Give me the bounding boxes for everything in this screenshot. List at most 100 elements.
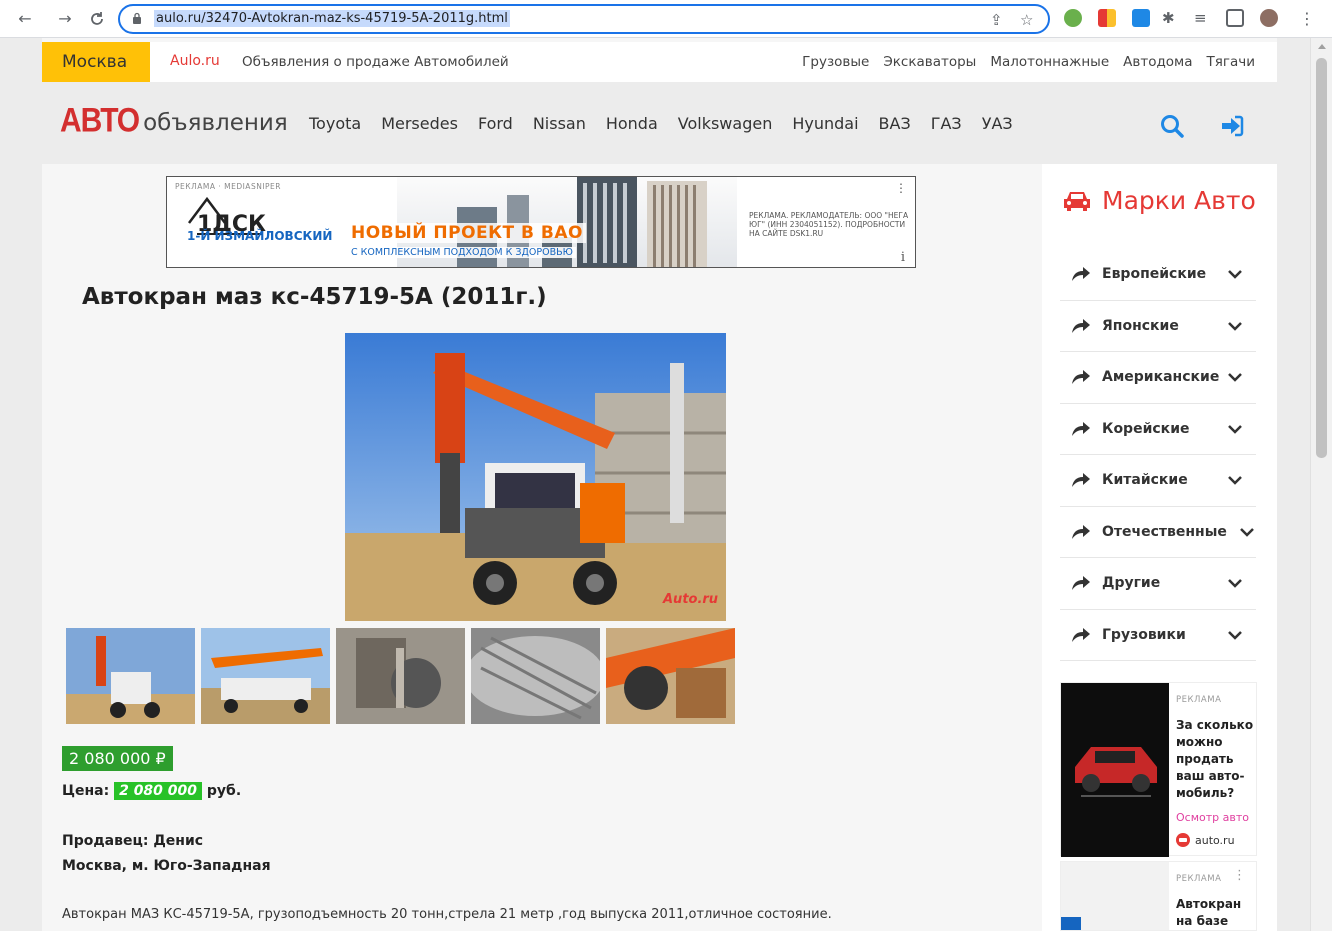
top-bar: Москва Aulo.ru Объявления о продаже Авто…: [42, 42, 1277, 82]
sidebar-ad-cta[interactable]: Осмотр авто: [1176, 811, 1256, 824]
login-icon[interactable]: [1218, 112, 1246, 140]
share-arrow-icon: [1072, 421, 1090, 436]
address-bar[interactable]: aulo.ru/32470-Avtokran-maz-ks-45719-5A-2…: [118, 4, 1050, 34]
share-arrow-icon: [1072, 318, 1090, 333]
share-arrow-icon: [1072, 576, 1090, 591]
nav-volkswagen[interactable]: Volkswagen: [678, 114, 773, 133]
bookmark-star-icon[interactable]: ☆: [1020, 11, 1033, 29]
site-logo[interactable]: АВТО объявления: [60, 101, 288, 140]
sidebar-ad2-image: [1061, 862, 1169, 930]
chevron-down-icon: [1228, 630, 1242, 640]
share-arrow-icon: [1072, 267, 1090, 282]
share-arrow-icon: [1072, 524, 1090, 539]
search-icon[interactable]: [1158, 112, 1186, 140]
reload-icon[interactable]: [86, 8, 108, 30]
share-icon[interactable]: ⇪: [990, 11, 1003, 29]
side-panel-icon[interactable]: [1226, 9, 1244, 27]
price-line: Цена: 2 080 000 руб.: [62, 782, 242, 800]
nav-gaz[interactable]: ГАЗ: [931, 114, 962, 133]
sidebar-item-chinese[interactable]: Китайские: [1060, 455, 1256, 507]
sidebar-item-korean[interactable]: Корейские: [1060, 404, 1256, 455]
link-motorhomes[interactable]: Автодома: [1123, 54, 1192, 70]
nav-vaz[interactable]: ВАЗ: [879, 114, 911, 133]
menu-dots-icon[interactable]: ⋮: [1296, 8, 1318, 30]
sidebar-item-other[interactable]: Другие: [1060, 558, 1256, 610]
sidebar-item-trucks[interactable]: Грузовики: [1060, 610, 1256, 661]
sidebar-item-label: Китайские: [1102, 472, 1188, 489]
nav-nissan[interactable]: Nissan: [533, 114, 586, 133]
price-unit: руб.: [206, 783, 242, 799]
lock-icon: [133, 12, 141, 24]
extension-leaf-icon[interactable]: [1064, 9, 1082, 27]
sidebar-item-european[interactable]: Европейские: [1060, 249, 1256, 301]
nav-toyota[interactable]: Toyota: [309, 114, 361, 133]
profile-avatar-icon[interactable]: [1260, 9, 1278, 27]
sidebar-item-label: Американские: [1102, 369, 1220, 386]
ad-info-icon[interactable]: i: [901, 250, 905, 265]
listing-description: Автокран МАЗ КС-45719-5А, грузоподъемнос…: [62, 907, 832, 922]
nav-hyundai[interactable]: Hyundai: [792, 114, 858, 133]
chevron-down-icon: [1228, 424, 1242, 434]
chevron-down-icon: [1228, 270, 1242, 279]
sidebar-title: Марки Авто: [1062, 186, 1256, 215]
share-arrow-icon: [1072, 370, 1090, 385]
reading-list-icon[interactable]: ≡: [1194, 9, 1212, 27]
chevron-down-icon: [1228, 321, 1242, 331]
extension-blue-icon[interactable]: [1132, 9, 1150, 27]
listing-title: Автокран маз кс-45719-5А (2011г.): [82, 284, 547, 310]
ad-subtitle: 1-Й ИЗМАЙЛОВСКИЙ: [187, 229, 333, 243]
thumbnail-2[interactable]: [201, 628, 330, 724]
chevron-down-icon: [1228, 579, 1242, 588]
site-header: АВТО объявления Toyota Mersedes Ford Nis…: [42, 82, 1277, 164]
scrollbar-thumb[interactable]: [1316, 58, 1327, 458]
sidebar-ad2-menu-icon[interactable]: ⋮: [1233, 868, 1246, 883]
chevron-down-icon: [1228, 476, 1242, 485]
nav-honda[interactable]: Honda: [606, 114, 658, 133]
sidebar-ad-source: auto.ru: [1176, 833, 1235, 847]
link-trucks[interactable]: Грузовые: [802, 54, 869, 70]
extension-flag-icon[interactable]: [1098, 9, 1116, 27]
thumbnail-1[interactable]: [66, 628, 195, 724]
nav-ford[interactable]: Ford: [478, 114, 513, 133]
svg-text:Аuto.ru: Аuto.ru: [662, 592, 718, 607]
sidebar-item-label: Японские: [1102, 317, 1179, 334]
ad-banner[interactable]: РЕКЛАМА · MEDIASNIPER 1ДСК 1-Й ИЗМАЙЛОВС…: [166, 176, 916, 268]
site-tagline[interactable]: Объявления о продаже Автомобилей: [242, 54, 509, 70]
autoru-logo-icon: [1176, 833, 1190, 847]
thumbnail-3[interactable]: [336, 628, 465, 724]
forward-icon[interactable]: →: [54, 8, 76, 30]
extensions-puzzle-icon[interactable]: ✱: [1162, 9, 1180, 27]
sidebar-ad-2[interactable]: РЕКЛАМА ⋮ Автокран на базе: [1060, 861, 1257, 931]
sidebar: Марки Авто Европейские Японские Американ…: [1042, 164, 1277, 931]
link-excavators[interactable]: Экскаваторы: [883, 54, 976, 70]
brand-link[interactable]: Aulo.ru: [170, 53, 220, 69]
ad-menu-icon[interactable]: ⋮: [895, 181, 907, 195]
ad-disclaimer: РЕКЛАМА. РЕКЛАМОДАТЕЛЬ: ООО "НЕГА ЮГ" (И…: [749, 211, 909, 238]
sidebar-ad-source-text: auto.ru: [1195, 833, 1235, 847]
thumbnail-4[interactable]: [471, 628, 600, 724]
sidebar-item-label: Другие: [1102, 575, 1161, 592]
sidebar-item-domestic[interactable]: Отечественные: [1060, 507, 1256, 558]
city-selector[interactable]: Москва: [42, 42, 150, 82]
scroll-up-icon[interactable]: [1318, 44, 1326, 49]
category-links: Грузовые Экскаваторы Малотоннажные Автод…: [802, 54, 1255, 70]
sidebar-ad-1[interactable]: РЕКЛАМА За сколько можно продать ваш авт…: [1060, 682, 1257, 857]
logo-bold-text: АВТО: [60, 101, 140, 140]
sidebar-item-label: Корейские: [1102, 420, 1190, 437]
thumbnail-5[interactable]: [606, 628, 735, 724]
share-arrow-icon: [1072, 627, 1090, 642]
link-tractors[interactable]: Тягачи: [1207, 54, 1255, 70]
ad-tagline: С КОМПЛЕКСНЫМ ПОДХОДОМ К ЗДОРОВЬЮ: [348, 247, 576, 258]
sidebar-item-japanese[interactable]: Японские: [1060, 301, 1256, 352]
sidebar-ad2-label: РЕКЛАМА: [1176, 874, 1222, 884]
sidebar-item-american[interactable]: Американские: [1060, 352, 1256, 404]
crane-truck-image: Аuto.ru: [345, 333, 726, 621]
ad-headline: НОВЫЙ ПРОЕКТ В ВАО: [348, 223, 587, 243]
photo-thumbnails: [66, 628, 735, 724]
main-photo[interactable]: Аuto.ru: [345, 333, 726, 621]
link-light-trucks[interactable]: Малотоннажные: [990, 54, 1109, 70]
page-scrollbar[interactable]: [1310, 38, 1332, 931]
nav-uaz[interactable]: УАЗ: [982, 114, 1013, 133]
nav-mersedes[interactable]: Mersedes: [381, 114, 458, 133]
back-icon[interactable]: ←: [14, 8, 36, 30]
